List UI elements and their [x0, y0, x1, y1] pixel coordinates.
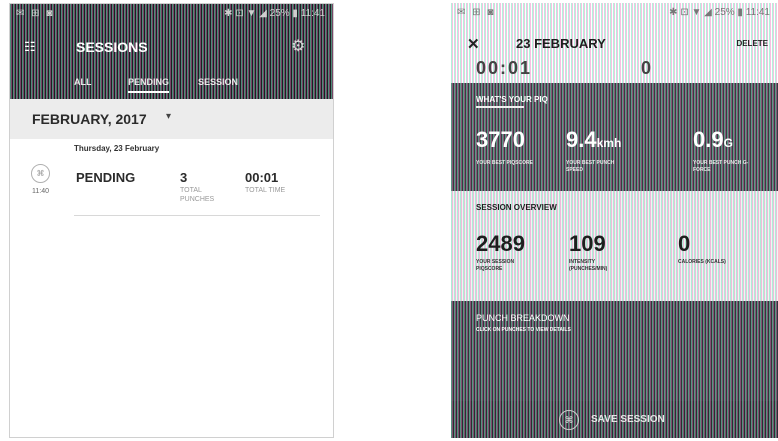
breakdown-subtitle: CLICK ON PUNCHES TO VIEW DETAILS — [476, 327, 571, 333]
total-punches-label: TOTAL PUNCHES — [180, 187, 215, 203]
page-title: 23 FEBRUARY — [516, 36, 606, 51]
save-session-label: SAVE SESSION — [591, 414, 665, 425]
month-selector[interactable]: FEBRUARY, 2017 ▾ — [10, 99, 333, 139]
chevron-down-icon[interactable]: ▾ — [166, 111, 171, 122]
session-piqscore-label: YOUR SESSION PIQSCORE — [476, 259, 515, 272]
calories-value: 0 — [678, 231, 691, 256]
sessions-header: ✉ ⊞ ◙ ✱ ⊡ ▼ ◢ 25% ▮ 11:41 ☷ SESSIONS ⚙ A… — [10, 4, 333, 99]
best-piqscore-value: 3770 — [476, 127, 525, 152]
piq-section: WHAT'S YOUR PIQ 3770 YOUR BEST PIQSCORE … — [451, 83, 778, 191]
save-session-button[interactable]: ⌘ SAVE SESSION — [451, 401, 778, 438]
page-title: SESSIONS — [76, 39, 148, 55]
close-icon[interactable]: ✕ — [467, 35, 480, 53]
calories-label: CALORIES (KCALS) — [678, 259, 726, 265]
piq-title: WHAT'S YOUR PIQ — [476, 95, 548, 104]
status-info: ✱ ⊡ ▼ ◢ 25% ▮ 11:41 — [224, 8, 325, 19]
settings-icon[interactable]: ⚙ — [291, 38, 309, 56]
best-speed-label: YOUR BEST PUNCH SPEED — [566, 160, 615, 173]
best-speed-value: 9.4kmh — [566, 127, 622, 152]
session-piqscore-value: 2489 — [476, 231, 525, 256]
status-info: ✱ ⊡ ▼ ◢ 25% ▮ 11:41 — [669, 7, 770, 18]
list-divider — [74, 215, 320, 216]
session-overview-section: SESSION OVERVIEW 2489 YOUR SESSION PIQSC… — [451, 191, 778, 301]
scrolled-total-time: 00:01 — [476, 58, 533, 78]
status-icons: ✉ ⊞ ◙ — [16, 8, 55, 19]
delete-button[interactable]: DELETE — [736, 39, 768, 48]
scrolled-calories: 0 — [641, 58, 652, 78]
best-gforce-label: YOUR BEST PUNCH G-FORCE — [693, 160, 749, 173]
best-piqscore-label: YOUR BEST PIQSCORE — [476, 160, 533, 166]
intensity-value: 109 — [569, 231, 606, 256]
tab-pending[interactable]: PENDING — [128, 77, 170, 93]
detail-top-bar: ✉ ⊞ ◙ ✱ ⊡ ▼ ◢ 25% ▮ 11:41 ✕ 23 FEBRUARY … — [451, 3, 778, 83]
menu-icon[interactable]: ☷ — [24, 40, 38, 54]
intensity-label: INTENSITY (PUNCHES/MIN) — [569, 259, 608, 272]
tab-all[interactable]: ALL — [74, 77, 92, 87]
piq-title-underline — [476, 106, 524, 108]
session-type-icon: ⌘ — [31, 164, 50, 183]
best-gforce-value: 0.9G — [693, 127, 733, 152]
sessions-screen: ✉ ⊞ ◙ ✱ ⊡ ▼ ◢ 25% ▮ 11:41 ☷ SESSIONS ⚙ A… — [9, 3, 334, 438]
tab-session[interactable]: SESSION — [198, 77, 238, 87]
session-detail-screen: ✉ ⊞ ◙ ✱ ⊡ ▼ ◢ 25% ▮ 11:41 ✕ 23 FEBRUARY … — [451, 3, 778, 438]
status-bar: ✉ ⊞ ◙ ✱ ⊡ ▼ ◢ 25% ▮ 11:41 — [451, 3, 778, 23]
total-time-label: TOTAL TIME — [245, 187, 286, 194]
date-heading: Thursday, 23 February — [74, 144, 160, 153]
save-session-icon: ⌘ — [559, 410, 579, 430]
month-label: FEBRUARY, 2017 — [32, 111, 147, 127]
status-icons: ✉ ⊞ ◙ — [457, 7, 496, 18]
session-time: 11:40 — [32, 188, 49, 195]
overview-title: SESSION OVERVIEW — [476, 203, 557, 212]
total-punches-value: 3 — [180, 170, 188, 185]
punch-breakdown-section[interactable]: PUNCH BREAKDOWN CLICK ON PUNCHES TO VIEW… — [451, 301, 778, 401]
session-tabs: ALL PENDING SESSION — [10, 70, 333, 98]
status-bar: ✉ ⊞ ◙ ✱ ⊡ ▼ ◢ 25% ▮ 11:41 — [10, 4, 333, 24]
total-time-value: 00:01 — [245, 170, 279, 185]
breakdown-title: PUNCH BREAKDOWN — [476, 313, 570, 323]
session-status[interactable]: PENDING — [76, 170, 135, 185]
